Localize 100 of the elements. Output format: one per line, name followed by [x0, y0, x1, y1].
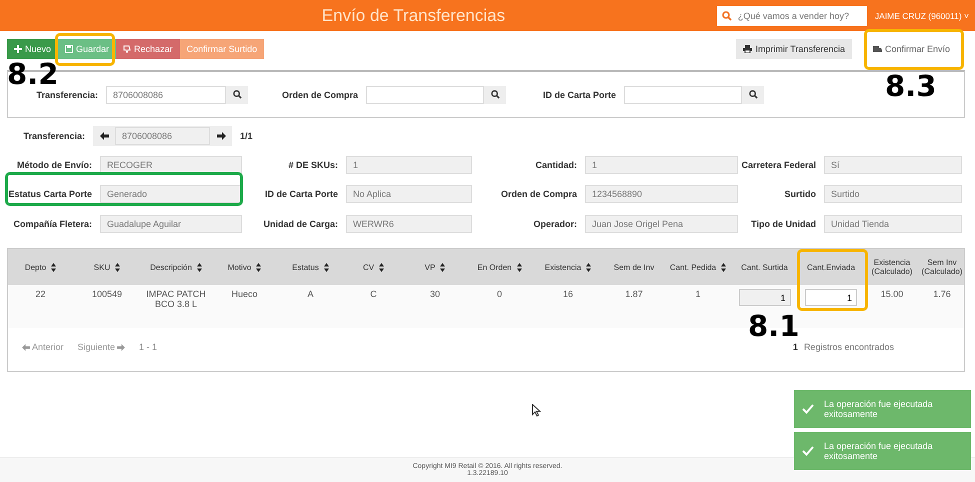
- sort-icon: [115, 262, 120, 272]
- column-header[interactable]: En Orden: [466, 249, 533, 285]
- input-field[interactable]: [624, 86, 742, 104]
- record-count-label: Registros encontrados: [804, 342, 894, 352]
- field-label: ID de Carta Porte: [264, 189, 339, 200]
- success-toast[interactable]: La operación fue ejecutada exitosamente: [794, 432, 971, 470]
- column-header[interactable]: Motivo: [211, 249, 278, 285]
- field-label: Surtido: [784, 189, 817, 200]
- input-field[interactable]: 1: [346, 156, 472, 174]
- field-label: Tipo de Unidad: [750, 218, 817, 229]
- quantity-field[interactable]: 1: [805, 289, 857, 306]
- input-field[interactable]: 1: [585, 156, 738, 174]
- user-menu[interactable]: JAIME CRUZ (960011) ˅: [874, 10, 969, 22]
- left-arrow-icon: [100, 132, 108, 140]
- input-field[interactable]: Surtido: [824, 185, 962, 204]
- column-header[interactable]: Estatus: [278, 249, 343, 285]
- field-label: Orden de Compra: [280, 90, 359, 100]
- callout-label: 8.2: [7, 60, 58, 89]
- input-field[interactable]: Juan Jose Origel Pena: [585, 214, 738, 233]
- table-cell: IMPAC PATCH BCO 3.8 L: [141, 285, 211, 328]
- toolbar-button[interactable]: Imprimir Transferencia: [736, 39, 852, 59]
- table-cell: Hueco: [211, 285, 278, 328]
- input-field[interactable]: No Aplica: [346, 185, 472, 204]
- table-cell: C: [343, 285, 404, 328]
- column-header[interactable]: Depto: [8, 249, 73, 285]
- table-cell: 100549: [73, 285, 141, 328]
- input-field[interactable]: 8706008086: [106, 86, 226, 104]
- table-cell: 30: [404, 285, 466, 328]
- plus-icon: [14, 45, 22, 53]
- toolbar-button[interactable]: Rechazar: [116, 39, 180, 59]
- column-header[interactable]: Cant. Pedida: [665, 249, 731, 285]
- column-header[interactable]: Sem Inv (Calculado): [920, 249, 964, 285]
- field-label: Compañía Fletera:: [12, 218, 93, 229]
- printer-icon: [743, 45, 752, 53]
- search-icon: [490, 90, 500, 99]
- search-button[interactable]: [484, 86, 506, 104]
- search-field[interactable]: ¿Qué vamos a vender hoy?: [716, 6, 867, 26]
- sort-icon: [196, 262, 202, 272]
- cursor-icon: [532, 404, 541, 417]
- toolbar-button[interactable]: Guardar: [58, 39, 116, 59]
- table-cell: 1.76: [920, 285, 964, 328]
- field-label: Transferencia:: [22, 131, 86, 141]
- toast-message: La operación fue ejecutada exitosamente: [824, 441, 934, 461]
- input-field[interactable]: Generado: [100, 185, 242, 204]
- previous-page-button[interactable]: Anterior: [22, 342, 64, 352]
- field-label: Estatus Carta Porte: [7, 189, 93, 200]
- callout-label: 8.3: [885, 72, 936, 101]
- truck-icon: [872, 46, 882, 52]
- right-arrow-icon: [117, 344, 126, 350]
- table-cell: 1: [665, 285, 731, 328]
- search-button[interactable]: [742, 86, 764, 104]
- input-field[interactable]: Unidad Tienda: [824, 214, 962, 233]
- sort-icon: [256, 262, 262, 272]
- field-label: Método de Envío:: [16, 160, 93, 170]
- input-field[interactable]: [366, 86, 484, 104]
- table-cell: 0: [466, 285, 533, 328]
- column-header[interactable]: CV: [343, 249, 404, 285]
- thumbs-down-icon: [123, 45, 132, 53]
- check-icon: [802, 404, 814, 414]
- check-icon: [802, 446, 814, 456]
- field-label: # DE SKUs:: [287, 160, 339, 170]
- quantity-field[interactable]: 1: [738, 289, 790, 306]
- success-toast[interactable]: La operación fue ejecutada exitosamente: [794, 390, 971, 428]
- table-cell: 22: [8, 285, 73, 328]
- sort-icon: [586, 262, 592, 272]
- column-header[interactable]: Descripción: [141, 249, 211, 285]
- sort-icon: [516, 262, 522, 272]
- sort-icon: [324, 262, 329, 272]
- field-label: Unidad de Carga:: [262, 218, 339, 229]
- input-field[interactable]: Sí: [824, 156, 962, 174]
- next-page-button[interactable]: Siguiente: [78, 342, 126, 352]
- input-field[interactable]: WERWR6: [346, 214, 472, 233]
- toast-message: La operación fue ejecutada exitosamente: [824, 399, 934, 419]
- input-field[interactable]: Guadalupe Aguilar: [100, 214, 242, 233]
- floppy-icon: [65, 45, 74, 53]
- field-label: Transferencia:: [35, 90, 99, 100]
- column-header[interactable]: Existencia (Calculado): [864, 249, 920, 285]
- column-header[interactable]: Sem de Inv: [603, 249, 665, 285]
- left-arrow-icon: [22, 344, 30, 350]
- search-icon: [748, 90, 758, 99]
- field-label: Orden de Compra: [500, 189, 578, 200]
- column-header[interactable]: Existencia: [533, 249, 603, 285]
- right-arrow-icon: [216, 132, 226, 140]
- transfer-number-field[interactable]: 8706008086: [115, 127, 210, 145]
- page-counter: 1/1: [240, 131, 253, 141]
- field-label: Carretera Federal: [740, 160, 817, 170]
- column-header[interactable]: VP: [404, 249, 466, 285]
- page-title: Envío de Transferencias: [320, 6, 506, 26]
- sort-icon: [440, 262, 446, 272]
- search-button[interactable]: [226, 86, 248, 104]
- search-icon: [232, 90, 242, 99]
- table-cell: 15.00: [864, 285, 920, 328]
- column-header[interactable]: Cant. Surtida: [731, 249, 798, 285]
- column-header[interactable]: SKU: [73, 249, 141, 285]
- page-range: 1 - 1: [139, 342, 158, 352]
- field-label: Operador:: [532, 218, 578, 229]
- callout-label: 8.1: [748, 312, 800, 341]
- input-field[interactable]: 1234568890: [585, 185, 738, 204]
- sort-icon: [379, 262, 384, 272]
- table-cell: 1.87: [603, 285, 665, 328]
